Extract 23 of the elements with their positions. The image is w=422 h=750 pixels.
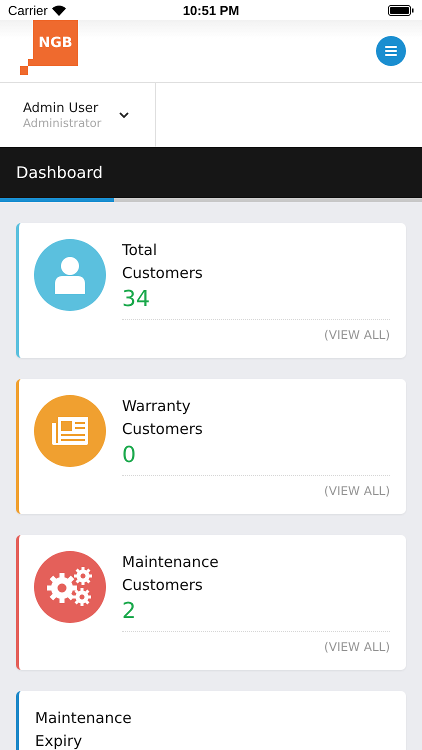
status-time: 10:51 PM — [182, 2, 240, 18]
gears-icon — [46, 567, 94, 607]
customer-count: 0 — [122, 441, 390, 476]
view-all-link[interactable]: (VIEW ALL) — [324, 484, 390, 498]
customer-count: 34 — [122, 285, 390, 320]
carrier-name: Carrier — [8, 2, 48, 18]
battery-icon — [388, 4, 414, 16]
page-title-bar: Dashboard — [0, 147, 422, 198]
wifi-icon — [52, 4, 66, 16]
menu-button[interactable] — [376, 36, 406, 66]
user-role: Administrator — [23, 116, 102, 130]
card-title: Maintenance Customers — [122, 552, 220, 596]
user-name: Admin User — [23, 100, 100, 116]
card-title: Total Customers — [122, 240, 204, 284]
menu-icon — [385, 46, 397, 56]
person-icon — [53, 256, 87, 294]
view-all-link[interactable]: (VIEW ALL) — [324, 328, 390, 342]
card-title: Warranty Customers — [122, 396, 204, 440]
chevron-down-icon — [119, 112, 130, 118]
card-title: Maintenance Expiry — [35, 708, 133, 750]
customer-count: 2 — [122, 597, 390, 632]
view-all-link[interactable]: (VIEW ALL) — [324, 640, 390, 654]
newspaper-icon — [50, 415, 90, 447]
